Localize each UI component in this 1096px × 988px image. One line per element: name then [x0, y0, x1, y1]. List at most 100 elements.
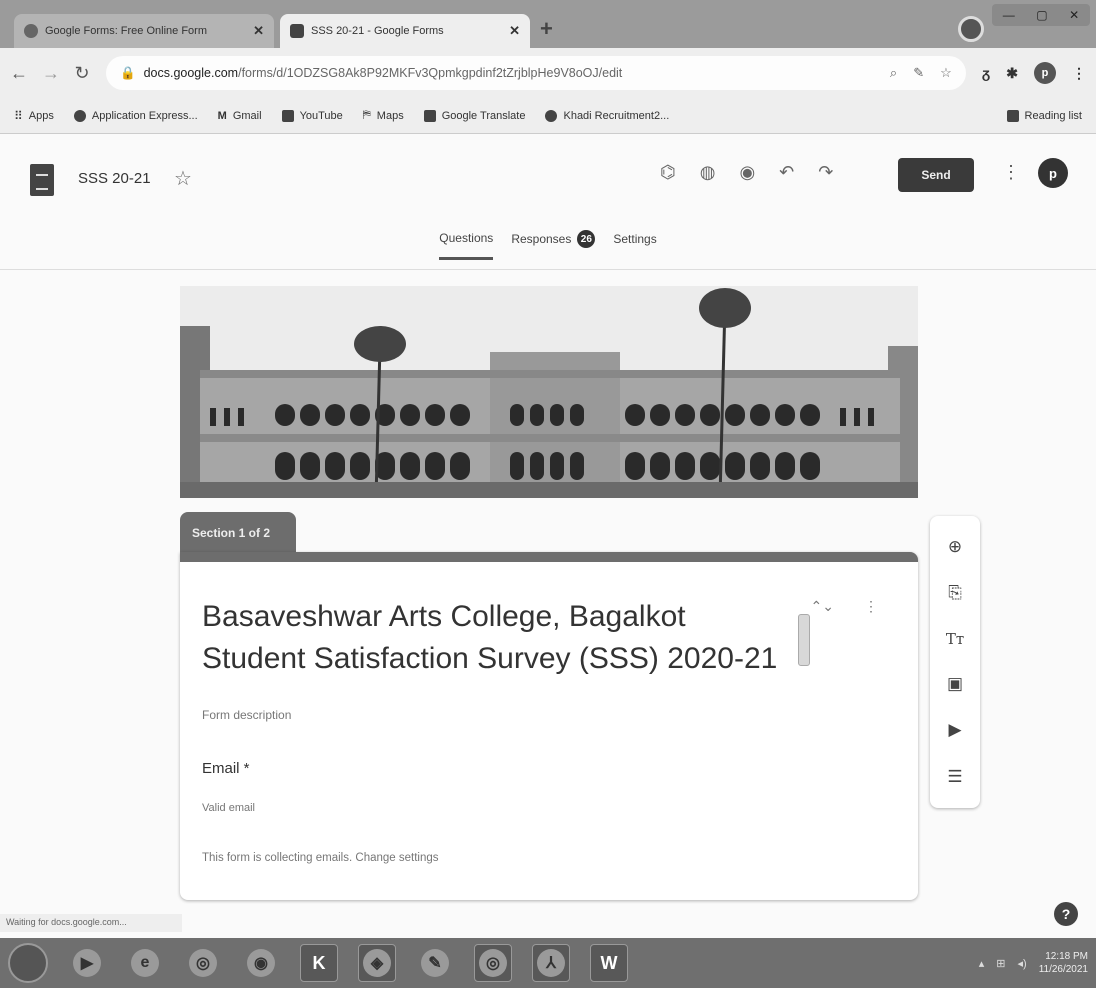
tray-expand-icon[interactable]: ▴ [979, 957, 985, 970]
reload-icon[interactable]: ↻ [74, 63, 90, 84]
app-icon[interactable]: ◈ [358, 944, 396, 982]
chrome-icon[interactable]: ◎ [184, 944, 222, 982]
start-icon[interactable] [8, 943, 48, 983]
profile-menu-icon[interactable] [958, 16, 984, 42]
question-toolbar: ⊕ ⎘ Tт ▣ ▶ ☰ [930, 516, 980, 808]
new-tab-button[interactable]: + [540, 16, 553, 42]
bookmark-apps[interactable]: ⠿ Apps [14, 109, 54, 123]
forms-icon [290, 24, 304, 38]
send-button[interactable]: Send [898, 158, 974, 192]
close-tab-icon[interactable]: ✕ [253, 23, 264, 39]
profile-avatar[interactable]: p [1034, 62, 1056, 84]
add-image-icon[interactable]: ▣ [947, 674, 963, 694]
url-text: docs.google.com/forms/d/1ODZSG8Ak8P92MKF… [143, 66, 623, 80]
form-title-line-2: Student Satisfaction Survey (SSS) 2020-2… [202, 642, 778, 675]
form-title[interactable]: Basaveshwar Arts College, Bagalkot Stude… [202, 596, 802, 680]
clock[interactable]: 12:18 PM 11/26/2021 [1039, 950, 1088, 976]
extensions-puzzle-icon[interactable]: ✱ [1006, 65, 1018, 82]
star-icon[interactable]: ☆ [174, 166, 192, 191]
tab-title: SSS 20-21 - Google Forms [311, 25, 444, 37]
back-icon[interactable]: ← [10, 63, 28, 84]
email-input-hint: Valid email [202, 802, 255, 814]
forms-tabs: Questions Responses 26 Settings [0, 230, 1096, 260]
tab-questions[interactable]: Questions [439, 230, 494, 260]
apps-grid-icon: ⠿ [14, 108, 23, 123]
bookmark-application-express[interactable]: Application Express... [73, 109, 198, 122]
more-options-icon[interactable]: ⋮ [864, 598, 878, 615]
internet-explorer-icon[interactable]: e [126, 944, 164, 982]
college-building-image [180, 286, 918, 498]
url-bar[interactable]: 🔒 docs.google.com/forms/d/1ODZSG8Ak8P92M… [106, 56, 966, 90]
form-title-card[interactable]: Basaveshwar Arts College, Bagalkot Stude… [180, 552, 918, 900]
account-avatar[interactable]: p [1038, 158, 1068, 188]
zoom-icon[interactable]: ⌕ [890, 65, 897, 81]
close-window-icon[interactable]: ✕ [1069, 8, 1079, 22]
tab-title: Google Forms: Free Online Form [45, 25, 207, 37]
youtube-icon [281, 109, 294, 122]
firefox-icon[interactable]: ◉ [242, 944, 280, 982]
bookmark-gmail[interactable]: M Gmail [218, 110, 262, 122]
chrome-active-icon[interactable]: ◎ [474, 944, 512, 982]
add-title-icon[interactable]: Tт [946, 630, 964, 648]
title-scrollbar[interactable] [798, 614, 810, 666]
forms-logo-icon[interactable] [30, 164, 54, 196]
tab-settings[interactable]: Settings [613, 230, 656, 260]
more-options-icon[interactable]: ⋮ [1002, 162, 1020, 183]
word-icon[interactable]: W [590, 944, 628, 982]
translate-icon [423, 109, 436, 122]
acrobat-icon[interactable]: ⅄ [532, 944, 570, 982]
bookmark-khadi-recruitment[interactable]: Khadi Recruitment2... [545, 109, 669, 122]
maximize-icon[interactable]: ▢ [1036, 8, 1047, 22]
collecting-emails-notice: This form is collecting emails. Change s… [202, 852, 439, 864]
minimize-icon[interactable]: — [1003, 8, 1015, 22]
edit-icon[interactable]: ✎ [913, 65, 924, 81]
k-app-icon[interactable]: K [300, 944, 338, 982]
bookmark-youtube[interactable]: YouTube [281, 109, 343, 122]
preview-eye-icon[interactable]: ◉ [739, 162, 755, 183]
close-tab-icon[interactable]: ✕ [509, 23, 520, 39]
bookmark-maps[interactable]: ⛿ Maps [363, 109, 404, 122]
change-settings-link[interactable]: Change settings [355, 852, 438, 864]
tab-google-forms[interactable]: Google Forms: Free Online Form ✕ [14, 14, 274, 48]
document-title[interactable]: SSS 20-21 [78, 170, 151, 187]
paint-icon[interactable]: ✎ [416, 944, 454, 982]
form-title-line-1: Basaveshwar Arts College, Bagalkot [202, 600, 686, 633]
windows-taskbar: ▶ e ◎ ◉ K ◈ ✎ ◎ ⅄ W ▴ ⊞ ◂) 12:18 PM 11/2… [0, 938, 1096, 988]
globe-icon [73, 109, 86, 122]
bookmarks-bar: ⠿ Apps Application Express... M Gmail YouT… [0, 98, 1096, 134]
gmail-icon: M [217, 109, 227, 122]
header-actions: ⌬ ◍ ◉ ↶ ↷ [660, 162, 833, 183]
tab-responses[interactable]: Responses 26 [511, 230, 596, 260]
bookmark-star-icon[interactable]: ☆ [940, 65, 952, 81]
responses-count-badge: 26 [577, 230, 596, 248]
reading-list[interactable]: Reading list [1006, 109, 1082, 122]
form-description-field[interactable]: Form description [202, 708, 291, 722]
network-icon[interactable]: ⊞ [996, 957, 1005, 970]
collapse-section-icon[interactable]: ⌃⌄ [811, 598, 834, 615]
extension-icon[interactable]: ᵹ [982, 65, 991, 81]
import-questions-icon[interactable]: ⎘ [948, 583, 962, 603]
add-video-icon[interactable]: ▶ [948, 720, 961, 740]
add-question-icon[interactable]: ⊕ [948, 537, 962, 557]
help-icon[interactable]: ? [1054, 902, 1078, 926]
extensions-area: ᵹ ✱ p ⋮ [982, 62, 1086, 84]
undo-icon[interactable]: ↶ [779, 162, 794, 183]
add-section-icon[interactable]: ☰ [947, 767, 962, 787]
browser-menu-icon[interactable]: ⋮ [1072, 65, 1086, 82]
media-player-icon[interactable]: ▶ [68, 944, 106, 982]
email-question-label: Email * [202, 760, 250, 777]
volume-icon[interactable]: ◂) [1018, 957, 1027, 970]
bookmark-google-translate[interactable]: Google Translate [423, 109, 525, 122]
google-icon [24, 24, 38, 38]
form-header-image [180, 286, 918, 498]
card-actions: ⌃⌄ ⋮ [811, 598, 878, 615]
palette-icon[interactable]: ◍ [700, 162, 716, 183]
lock-icon: 🔒 [120, 65, 136, 80]
maps-icon: ⛿ [362, 109, 371, 121]
forward-icon[interactable]: → [42, 63, 60, 84]
address-toolbar: ← → ↻ 🔒 docs.google.com/forms/d/1ODZSG8A… [0, 48, 1096, 98]
system-tray: ▴ ⊞ ◂) 12:18 PM 11/26/2021 [979, 950, 1088, 976]
addons-icon[interactable]: ⌬ [660, 162, 676, 183]
tab-sss-forms[interactable]: SSS 20-21 - Google Forms ✕ [280, 14, 530, 48]
redo-icon[interactable]: ↷ [818, 162, 833, 183]
